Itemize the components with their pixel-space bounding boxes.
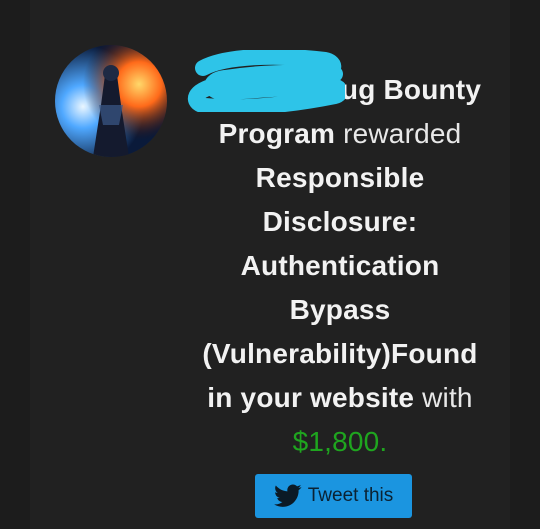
message-line-2: Program rewarded [185, 112, 495, 156]
avatar[interactable] [55, 45, 167, 157]
message-line-4: Disclosure: [262, 206, 418, 237]
message-line-8: in your website with [185, 376, 495, 420]
right-margin [510, 0, 540, 529]
website-text: in your website [207, 382, 415, 413]
left-margin [0, 0, 30, 529]
with-text: with [414, 382, 473, 413]
message-line-6: Bypass [289, 294, 391, 325]
redaction-scribble [188, 50, 345, 112]
tweet-this-button[interactable]: Tweet this [255, 474, 412, 518]
rewarded-text: rewarded [335, 118, 462, 149]
message-line-5: Authentication [240, 250, 440, 281]
tweet-button-label: Tweet this [307, 485, 394, 506]
avatar-image [55, 45, 167, 157]
message-line-3: Responsible [255, 162, 425, 193]
page: ug Bounty Program rewarded Responsible D… [0, 0, 540, 529]
program-text: Program [218, 118, 336, 149]
reward-amount: $1,800. [292, 426, 388, 457]
twitter-bird-icon [273, 484, 302, 507]
message-line-7: (Vulnerability)Found [202, 338, 478, 369]
reward-message: ug Bounty Program rewarded Responsible D… [185, 68, 495, 464]
